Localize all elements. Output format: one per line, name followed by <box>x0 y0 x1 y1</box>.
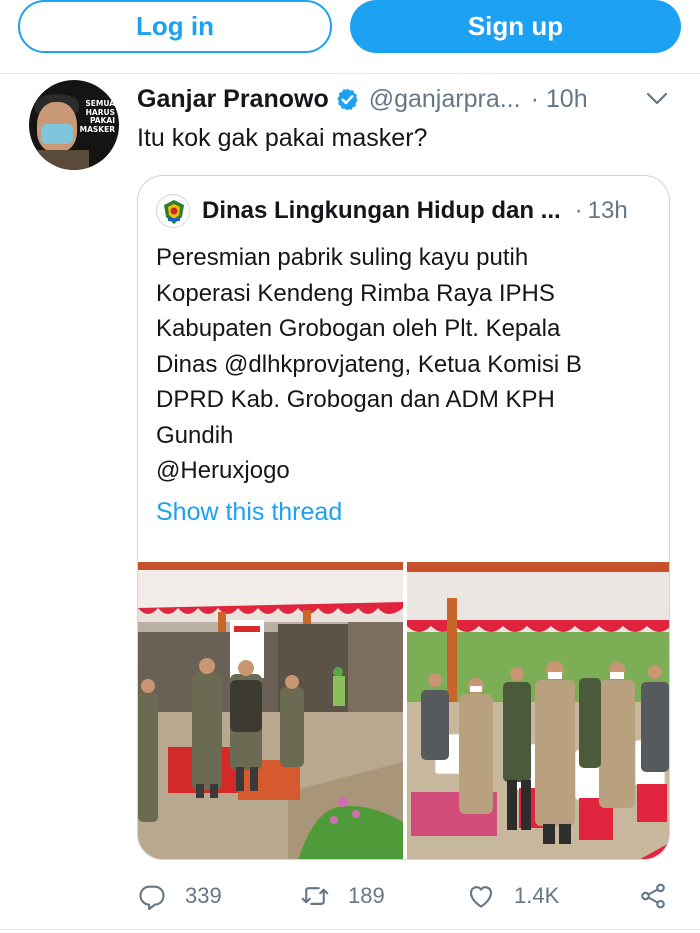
tweet-time[interactable]: 10h <box>546 85 588 114</box>
like-count: 1.4K <box>514 883 560 908</box>
quoted-line: Gundih <box>156 421 234 449</box>
tweet-header: Ganjar Pranowo @ganjarpra... · 10h <box>137 84 588 114</box>
tweet-text: Itu kok gak pakai masker? <box>137 124 428 152</box>
retweet-icon <box>301 887 329 905</box>
tweet-actions: 339 189 1.4K <box>0 873 700 919</box>
signup-button[interactable]: Sign up <box>350 0 681 53</box>
author-handle[interactable]: @ganjarpra... <box>369 85 521 114</box>
like-button[interactable]: 1.4K <box>466 873 559 919</box>
quoted-line: Peresmian pabrik suling kayu putih <box>156 244 529 271</box>
show-thread-link[interactable]: Show this thread <box>156 498 342 527</box>
retweet-count: 189 <box>348 883 385 908</box>
quoted-time[interactable]: 13h <box>588 197 628 225</box>
share-button[interactable] <box>638 873 668 919</box>
quoted-line: Kabupaten Grobogan oleh Plt. Kepala <box>156 315 561 342</box>
photo-2[interactable] <box>407 562 669 859</box>
quoted-tweet[interactable]: Dinas Lingkungan Hidup dan ... · 13h Per… <box>137 175 670 860</box>
verified-badge-icon <box>337 88 358 110</box>
chevron-down-icon[interactable] <box>646 92 668 106</box>
quoted-line: Dinas @dlhkprovjateng, Ketua Komisi B <box>156 350 582 378</box>
quoted-author-name[interactable]: Dinas Lingkungan Hidup dan ... <box>202 197 561 225</box>
avatar-text: SEMUA HARUS PAKAI MASKER <box>79 99 115 134</box>
reply-icon <box>139 885 165 911</box>
quoted-photos <box>138 562 669 859</box>
quoted-line: DPRD Kab. Grobogan dan ADM KPH <box>156 386 555 413</box>
top-bar: Log in Sign up <box>0 0 700 74</box>
author-avatar[interactable]: SEMUA HARUS PAKAI MASKER <box>29 80 119 170</box>
login-button[interactable]: Log in <box>18 0 332 53</box>
reply-button[interactable]: 339 <box>137 873 222 919</box>
photo-1[interactable] <box>138 562 403 859</box>
quoted-text: Peresmian pabrik suling kayu putih Koper… <box>156 240 656 489</box>
reply-count: 339 <box>185 883 222 908</box>
divider <box>0 929 700 930</box>
share-icon <box>641 883 665 909</box>
like-icon <box>469 886 493 908</box>
author-name[interactable]: Ganjar Pranowo <box>137 85 329 114</box>
retweet-button[interactable]: 189 <box>300 873 385 919</box>
agency-logo <box>156 194 190 228</box>
quoted-line: Koperasi Kendeng Rimba Raya IPHS <box>156 279 555 307</box>
quoted-mention[interactable]: @Heruxjogo <box>156 453 656 489</box>
